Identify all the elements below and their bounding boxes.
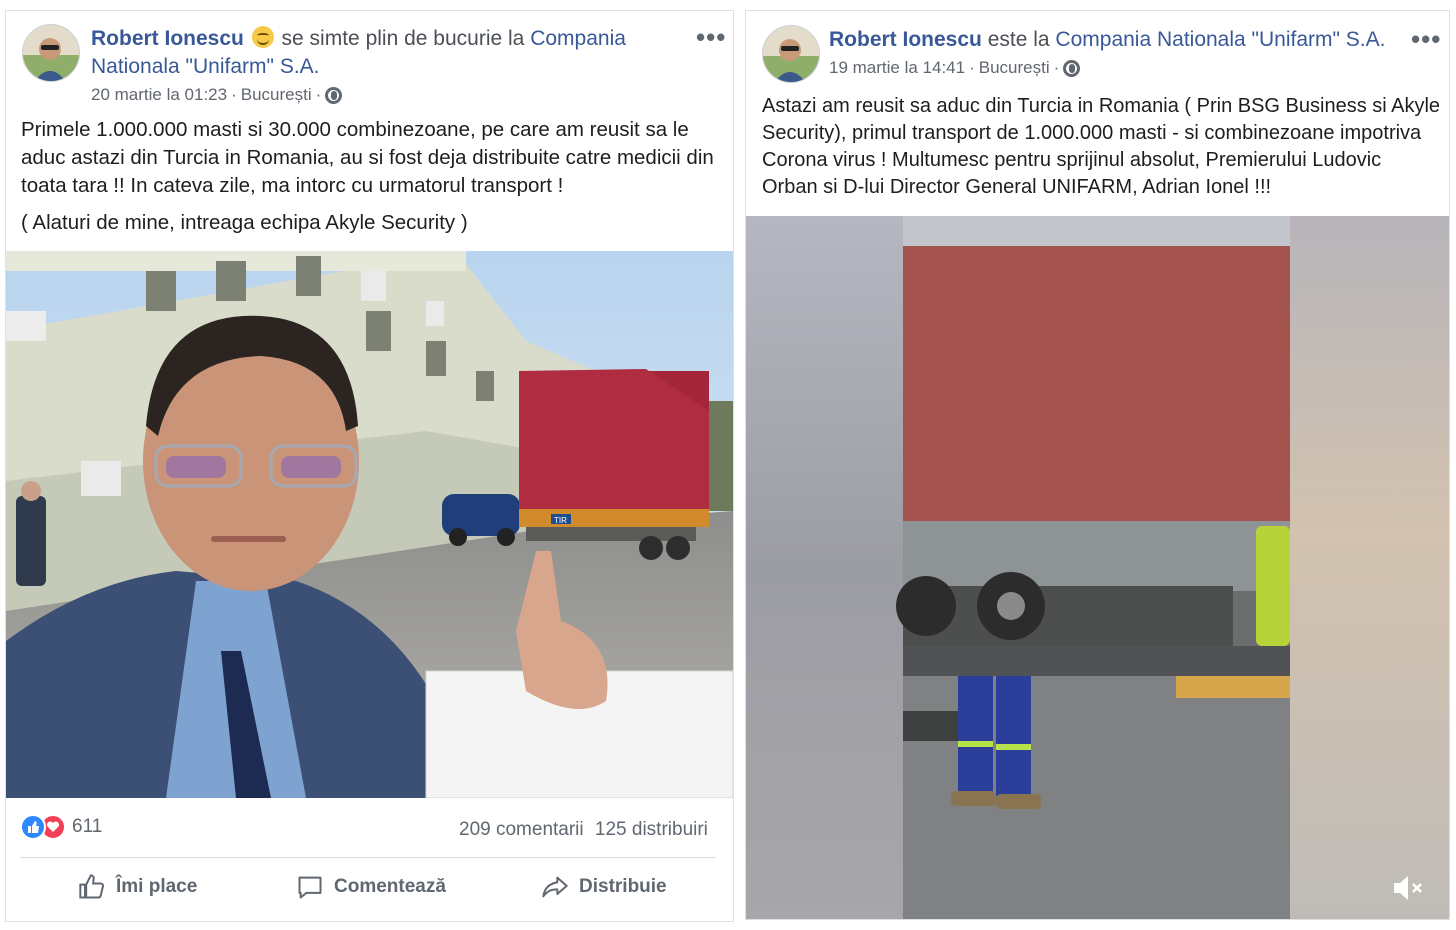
- post-card-left: Robert Ionescu se simte plin de bucurie …: [5, 10, 734, 922]
- post-text-line: Orban si D-lui Director General UNIFARM,…: [762, 176, 1272, 198]
- author-name[interactable]: Robert Ionescu: [91, 27, 244, 50]
- comment-count[interactable]: 209 comentarii: [459, 819, 584, 840]
- globe-icon[interactable]: [1063, 59, 1081, 77]
- truck-tir-label: TIR: [554, 516, 567, 525]
- reactions-summary[interactable]: 611: [20, 814, 102, 840]
- post-text-line: toata tara !! In cateva zile, ma intorc …: [21, 174, 564, 197]
- comment-button-label: Comentează: [334, 876, 446, 897]
- smile-emoji-icon: [251, 26, 274, 48]
- like-button-label: Îmi place: [116, 876, 198, 897]
- post-video[interactable]: [746, 216, 1449, 919]
- globe-icon[interactable]: [325, 86, 343, 104]
- connector-text: este la: [987, 28, 1050, 51]
- share-icon: [542, 876, 568, 898]
- post-text-extra: ( Alaturi de mine, intreaga echipa Akyle…: [21, 211, 468, 234]
- author-avatar[interactable]: [762, 25, 820, 83]
- like-reaction-icon: [20, 814, 46, 840]
- comment-icon: [298, 876, 322, 899]
- mute-icon[interactable]: [1391, 873, 1425, 909]
- share-button[interactable]: Distribuie: [541, 873, 667, 901]
- comment-button[interactable]: Comentează: [296, 873, 446, 901]
- share-button-label: Distribuie: [579, 876, 667, 897]
- post-card-right: Robert Ionescu este la Compania National…: [745, 10, 1450, 920]
- post-text-line: aduc astazi din Turcia in Romania, au si…: [21, 146, 714, 169]
- actions-divider: [20, 857, 716, 858]
- engagement-counts: 209 comentarii 125 distribuiri: [459, 819, 708, 841]
- post-meta: 20 martie la 01:23 · București ·: [91, 85, 343, 105]
- author-name[interactable]: Robert Ionescu: [829, 28, 982, 51]
- feeling-text: se simte plin de bucurie la: [281, 27, 525, 50]
- post-text-line: Corona virus ! Multumesc pentru sprijinu…: [762, 149, 1382, 171]
- share-count[interactable]: 125 distribuiri: [595, 819, 708, 840]
- post-photo[interactable]: TIR: [6, 251, 733, 798]
- more-options-icon[interactable]: •••: [696, 24, 726, 50]
- place-link[interactable]: Compania Nationala "Unifarm" S.A.: [1055, 28, 1385, 51]
- more-options-icon[interactable]: •••: [1411, 26, 1441, 52]
- author-avatar[interactable]: [22, 24, 80, 82]
- post-location[interactable]: București: [241, 85, 312, 105]
- thumbs-up-icon: [79, 874, 105, 899]
- post-text: Primele 1.000.000 masti si 30.000 combin…: [21, 116, 726, 237]
- post-header: Robert Ionescu este la Compania National…: [829, 26, 1389, 54]
- post-header: Robert Ionescu se simte plin de bucurie …: [91, 25, 651, 81]
- place-link-part2[interactable]: Nationala "Unifarm" S.A.: [91, 55, 320, 78]
- reaction-count: 611: [72, 816, 103, 837]
- place-link-part1[interactable]: Compania: [530, 27, 626, 50]
- post-location[interactable]: București: [979, 58, 1050, 78]
- post-text-line: Security), primul transport de 1.000.000…: [762, 122, 1422, 144]
- post-meta: 19 martie la 14:41 · București ·: [829, 58, 1081, 78]
- like-button[interactable]: Îmi place: [78, 873, 197, 901]
- post-text-line: Primele 1.000.000 masti si 30.000 combin…: [21, 118, 689, 141]
- post-text-line: Astazi am reusit sa aduc din Turcia in R…: [762, 95, 1441, 117]
- post-date[interactable]: 20 martie la 01:23: [91, 85, 227, 105]
- post-date[interactable]: 19 martie la 14:41: [829, 58, 965, 78]
- post-text: Astazi am reusit sa aduc din Turcia in R…: [762, 93, 1442, 201]
